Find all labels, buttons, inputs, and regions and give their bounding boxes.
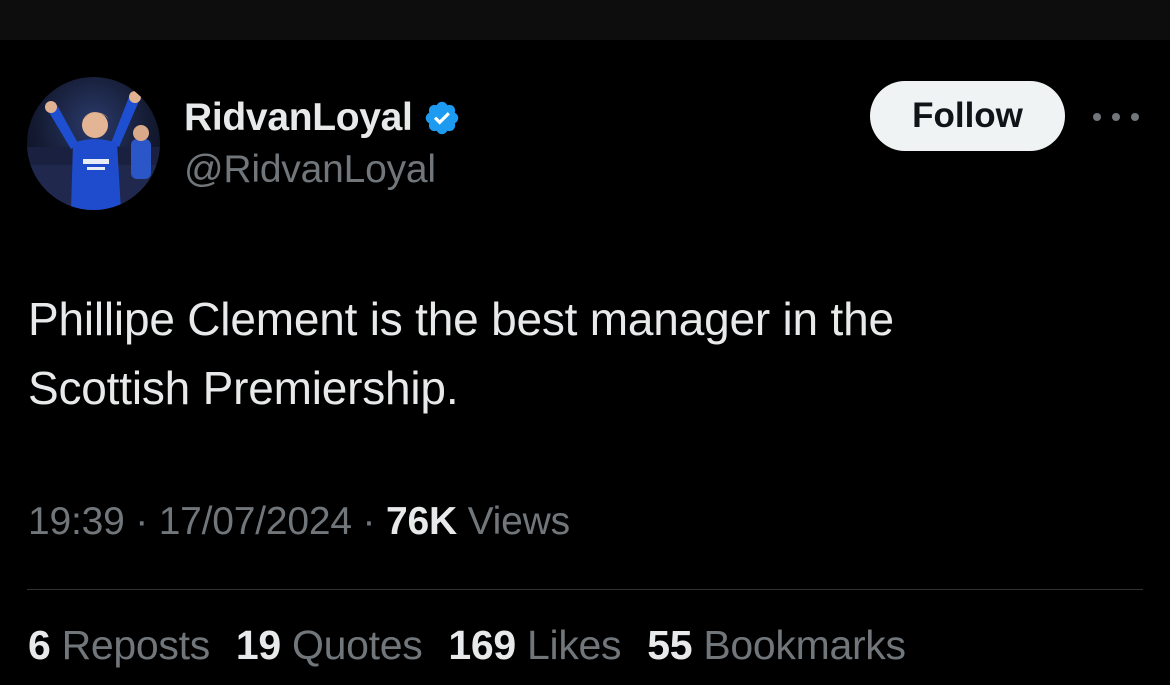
tweet-time[interactable]: 19:39 <box>28 500 125 543</box>
quotes-stat[interactable]: 19 Quotes <box>236 622 423 669</box>
tweet-date[interactable]: 17/07/2024 <box>159 500 352 543</box>
bookmarks-label: Bookmarks <box>703 622 906 668</box>
likes-stat[interactable]: 169 Likes <box>448 622 621 669</box>
quotes-label: Quotes <box>292 622 423 668</box>
author-name-row: RidvanLoyal <box>184 94 461 142</box>
avatar-image <box>27 77 160 210</box>
follow-button[interactable]: Follow <box>870 81 1065 151</box>
verified-badge-icon[interactable] <box>423 99 461 137</box>
reposts-count: 6 <box>28 622 62 668</box>
views-label[interactable]: Views <box>468 500 571 543</box>
author-handle[interactable]: @RidvanLoyal <box>184 148 436 192</box>
meta-separator: · <box>135 500 159 543</box>
bookmarks-count: 55 <box>647 622 704 668</box>
meta-separator: · <box>362 500 386 543</box>
avatar[interactable] <box>27 77 160 210</box>
more-dot <box>1112 113 1120 121</box>
status-bar-area <box>0 0 1170 40</box>
tweet-text: Phillipe Clement is the best manager in … <box>28 285 1138 423</box>
tweet-meta: 19:39 · 17/07/2024 · 76K Views <box>28 500 570 544</box>
display-name[interactable]: RidvanLoyal <box>184 96 413 140</box>
bookmarks-stat[interactable]: 55 Bookmarks <box>647 622 906 669</box>
divider <box>27 589 1143 590</box>
tweet-text-line: Phillipe Clement is the best manager in … <box>28 293 894 345</box>
more-dot <box>1131 113 1139 121</box>
engagement-stats: 6 Reposts 19 Quotes 169 Likes 55 Bookmar… <box>28 622 932 669</box>
more-dot <box>1093 113 1101 121</box>
quotes-count: 19 <box>235 622 293 668</box>
reposts-stat[interactable]: 6 Reposts <box>28 622 210 669</box>
reposts-label: Reposts <box>61 622 211 668</box>
tweet-text-line: Scottish Premiership. <box>28 362 459 414</box>
likes-count: 169 <box>448 622 528 668</box>
views-count[interactable]: 76K <box>386 500 468 543</box>
likes-label: Likes <box>527 622 622 668</box>
more-horizontal-icon[interactable] <box>1093 105 1139 129</box>
